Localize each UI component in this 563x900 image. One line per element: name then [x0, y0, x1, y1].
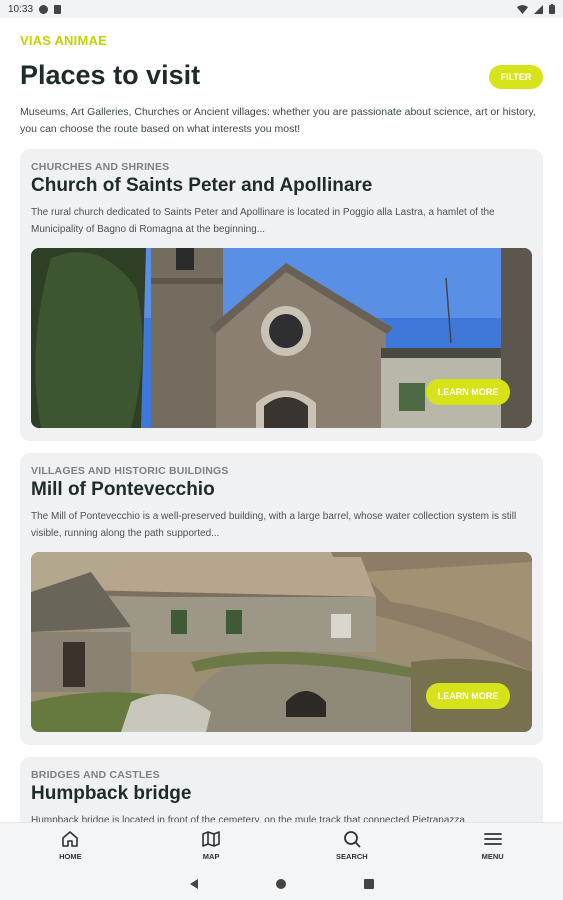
card-description: The Mill of Pontevecchio is a well-prese…: [31, 511, 517, 539]
church-photo[interactable]: LEARN MORE: [31, 248, 532, 428]
sd-card-icon: [54, 4, 62, 14]
nav-search-label: SEARCH: [336, 852, 368, 861]
map-icon: [202, 831, 220, 847]
nav-home-label: HOME: [59, 852, 82, 861]
place-card-mill[interactable]: VILLAGES AND HISTORIC BUILDINGS Mill of …: [20, 453, 543, 745]
card-category: BRIDGES AND CASTLES: [31, 769, 160, 781]
menu-icon: [483, 833, 502, 845]
home-circle-icon[interactable]: [275, 879, 286, 889]
battery-icon: [549, 4, 555, 14]
place-card-church[interactable]: CHURCHES AND SHRINES Church of Saints Pe…: [20, 149, 543, 441]
nav-home[interactable]: HOME: [0, 823, 141, 868]
bottom-navigation: HOME MAP SEARCH MENU: [0, 822, 563, 868]
nav-map[interactable]: MAP: [141, 823, 282, 868]
recent-apps-icon[interactable]: [363, 879, 374, 889]
filter-button[interactable]: FILTER: [489, 65, 543, 89]
card-title: Mill of Pontevecchio: [31, 479, 215, 500]
nav-menu-label: MENU: [481, 852, 504, 861]
search-icon: [343, 831, 361, 848]
card-category: VILLAGES AND HISTORIC BUILDINGS: [31, 465, 229, 477]
place-card-bridge[interactable]: BRIDGES AND CASTLES Humpback bridge Hump…: [20, 757, 543, 822]
card-title: Church of Saints Peter and Apollinare: [31, 175, 373, 196]
status-left: 10:33: [8, 3, 62, 15]
learn-more-button[interactable]: LEARN MORE: [426, 683, 510, 709]
home-icon: [62, 831, 79, 847]
system-navigation-bar: [0, 868, 563, 900]
status-right: [517, 4, 555, 14]
intro-text: Museums, Art Galleries, Churches or Anci…: [20, 106, 536, 135]
status-time: 10:33: [8, 3, 34, 15]
signal-icon: [534, 4, 543, 14]
card-title: Humpback bridge: [31, 783, 192, 804]
card-description: Humpback bridge is located in front of t…: [31, 815, 465, 822]
notification-icon: [39, 4, 49, 14]
nav-search[interactable]: SEARCH: [282, 823, 423, 868]
wifi-icon: [517, 4, 528, 14]
card-description: The rural church dedicated to Saints Pet…: [31, 207, 495, 235]
learn-more-button[interactable]: LEARN MORE: [426, 379, 510, 405]
brand-label: VIAS ANIMAE: [20, 33, 107, 48]
main-content[interactable]: VIAS ANIMAE Places to visit FILTER Museu…: [0, 18, 563, 822]
mill-photo[interactable]: LEARN MORE: [31, 552, 532, 732]
back-icon[interactable]: [189, 879, 198, 889]
status-bar: 10:33: [0, 0, 563, 18]
nav-menu[interactable]: MENU: [422, 823, 563, 868]
nav-map-label: MAP: [202, 852, 220, 861]
card-category: CHURCHES AND SHRINES: [31, 161, 170, 173]
page-title: Places to visit: [20, 60, 201, 90]
